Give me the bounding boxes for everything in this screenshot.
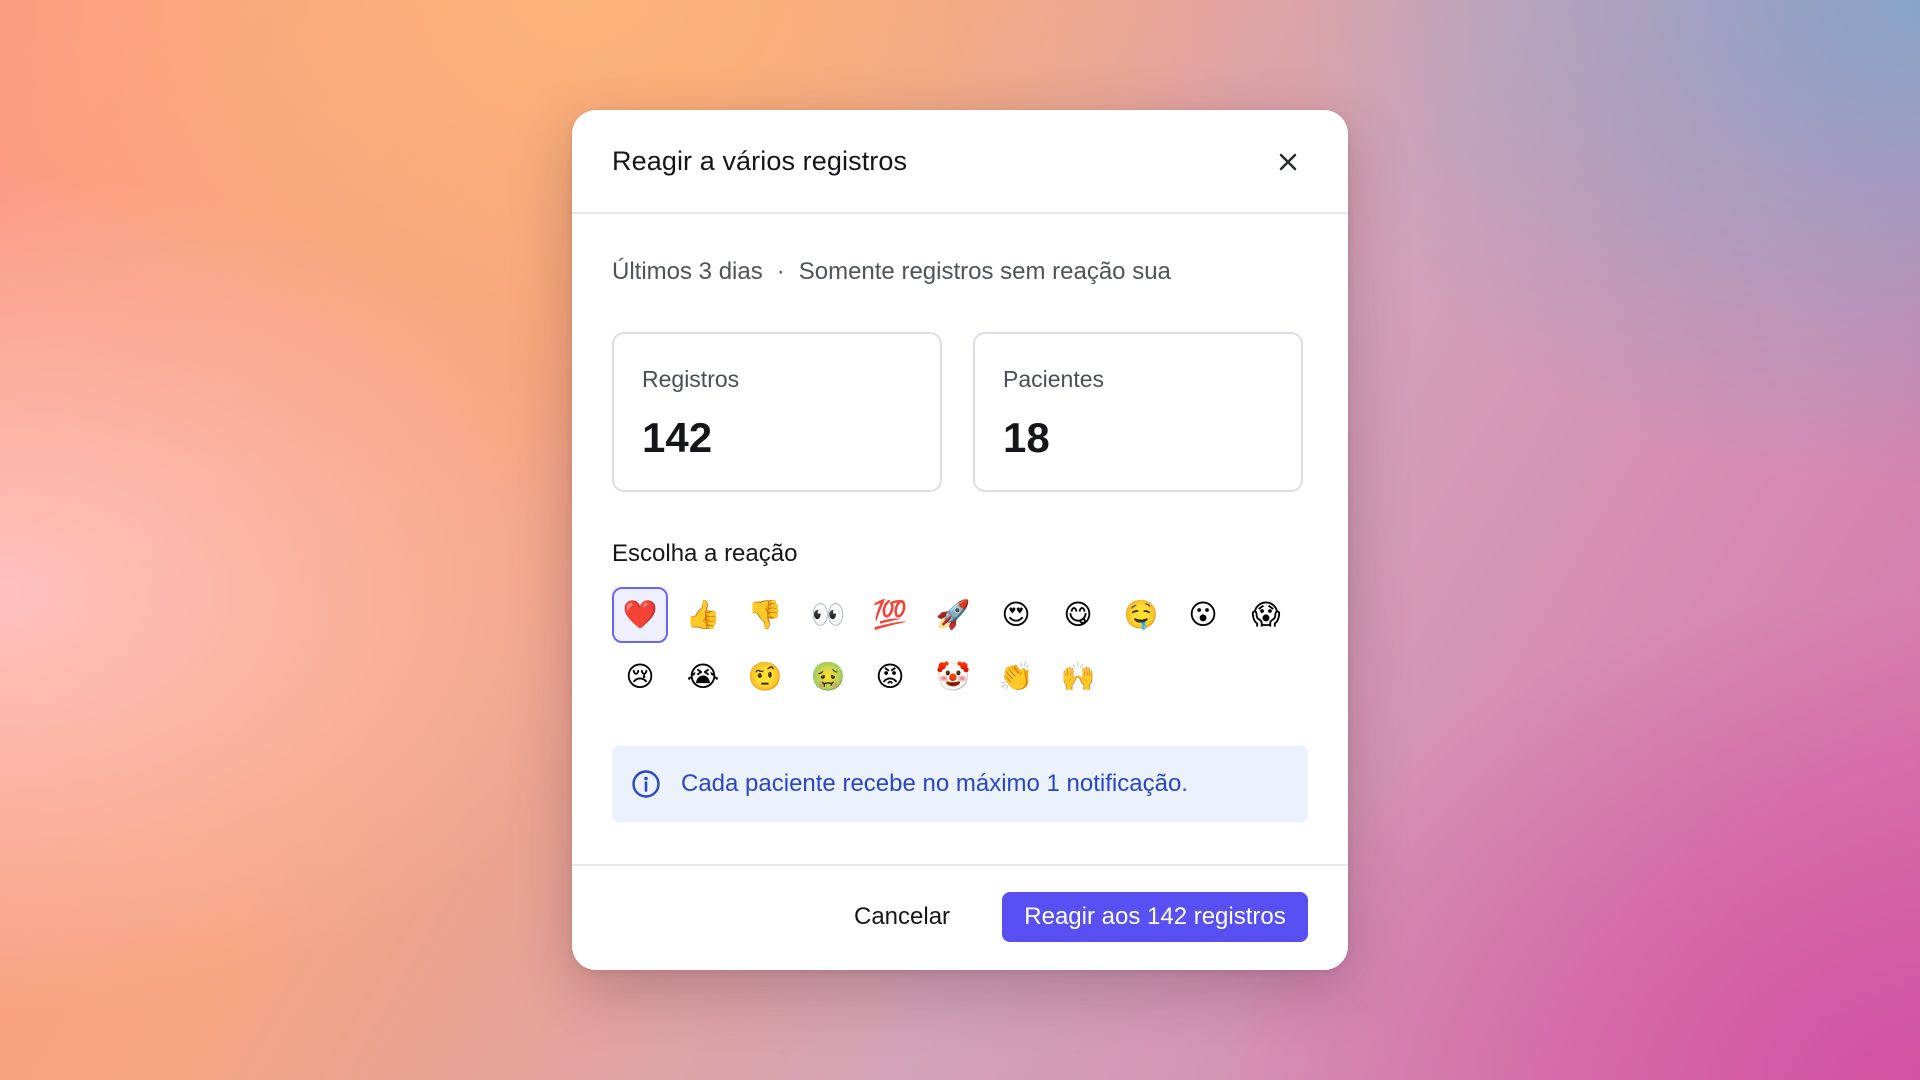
reaction-option[interactable]: 👏	[988, 649, 1044, 705]
reaction-option[interactable]: 👍	[675, 587, 731, 643]
reaction-option[interactable]: 😋	[1050, 587, 1106, 643]
scope-filter-text: Somente registros sem reação sua	[798, 258, 1171, 285]
info-banner: Cada paciente recebe no máximo 1 notific…	[612, 746, 1308, 822]
reaction-option[interactable]: 😢	[612, 649, 668, 705]
patients-stat-value: 18	[1003, 414, 1050, 461]
reaction-heading: Escolha a reação	[612, 540, 798, 567]
dialog-header: Reagir a vários registros	[572, 110, 1348, 214]
filter-separator: ·	[776, 258, 785, 285]
period-filter-text: Últimos 3 dias	[612, 258, 763, 285]
records-stat-value: 142	[642, 414, 713, 461]
cancel-button[interactable]: Cancelar	[842, 892, 962, 942]
close-button[interactable]	[1268, 142, 1308, 182]
reaction-option[interactable]: 😮	[1175, 587, 1231, 643]
reaction-option[interactable]: 👎	[737, 587, 793, 643]
info-text: Cada paciente recebe no máximo 1 notific…	[681, 770, 1188, 797]
reaction-option[interactable]: 🤤	[1113, 587, 1169, 643]
dialog-footer: Cancelar Reagir aos 142 registros	[572, 864, 1348, 970]
reaction-option[interactable]: 🙌	[1050, 649, 1106, 705]
bulk-reaction-dialog: Reagir a vários registros Últimos 3 dias…	[572, 110, 1348, 970]
reaction-option[interactable]: 💯	[862, 587, 918, 643]
records-stat-card: Registros 142	[612, 332, 942, 492]
submit-reaction-button[interactable]: Reagir aos 142 registros	[1002, 892, 1308, 942]
dialog-title: Reagir a vários registros	[612, 146, 908, 176]
info-icon	[631, 769, 661, 799]
reaction-option-selected[interactable]: ❤️	[612, 587, 668, 643]
reaction-option[interactable]: 🤢	[800, 649, 856, 705]
reaction-option[interactable]: 😍	[988, 587, 1044, 643]
patients-stat-card: Pacientes 18	[973, 332, 1303, 492]
reaction-option[interactable]: 🚀	[925, 587, 981, 643]
reaction-option[interactable]: 😱	[1238, 587, 1294, 643]
close-icon	[1279, 153, 1297, 171]
reaction-option[interactable]: 👀	[800, 587, 856, 643]
records-stat-label: Registros	[642, 366, 740, 392]
reaction-option[interactable]: 🤨	[737, 649, 793, 705]
reaction-option[interactable]: 😭	[675, 649, 731, 705]
reaction-option[interactable]: 😡	[862, 649, 918, 705]
reaction-option[interactable]: 🤡	[925, 649, 981, 705]
filter-summary: Últimos 3 dias · Somente registros sem r…	[612, 258, 1171, 286]
patients-stat-label: Pacientes	[1003, 366, 1105, 392]
